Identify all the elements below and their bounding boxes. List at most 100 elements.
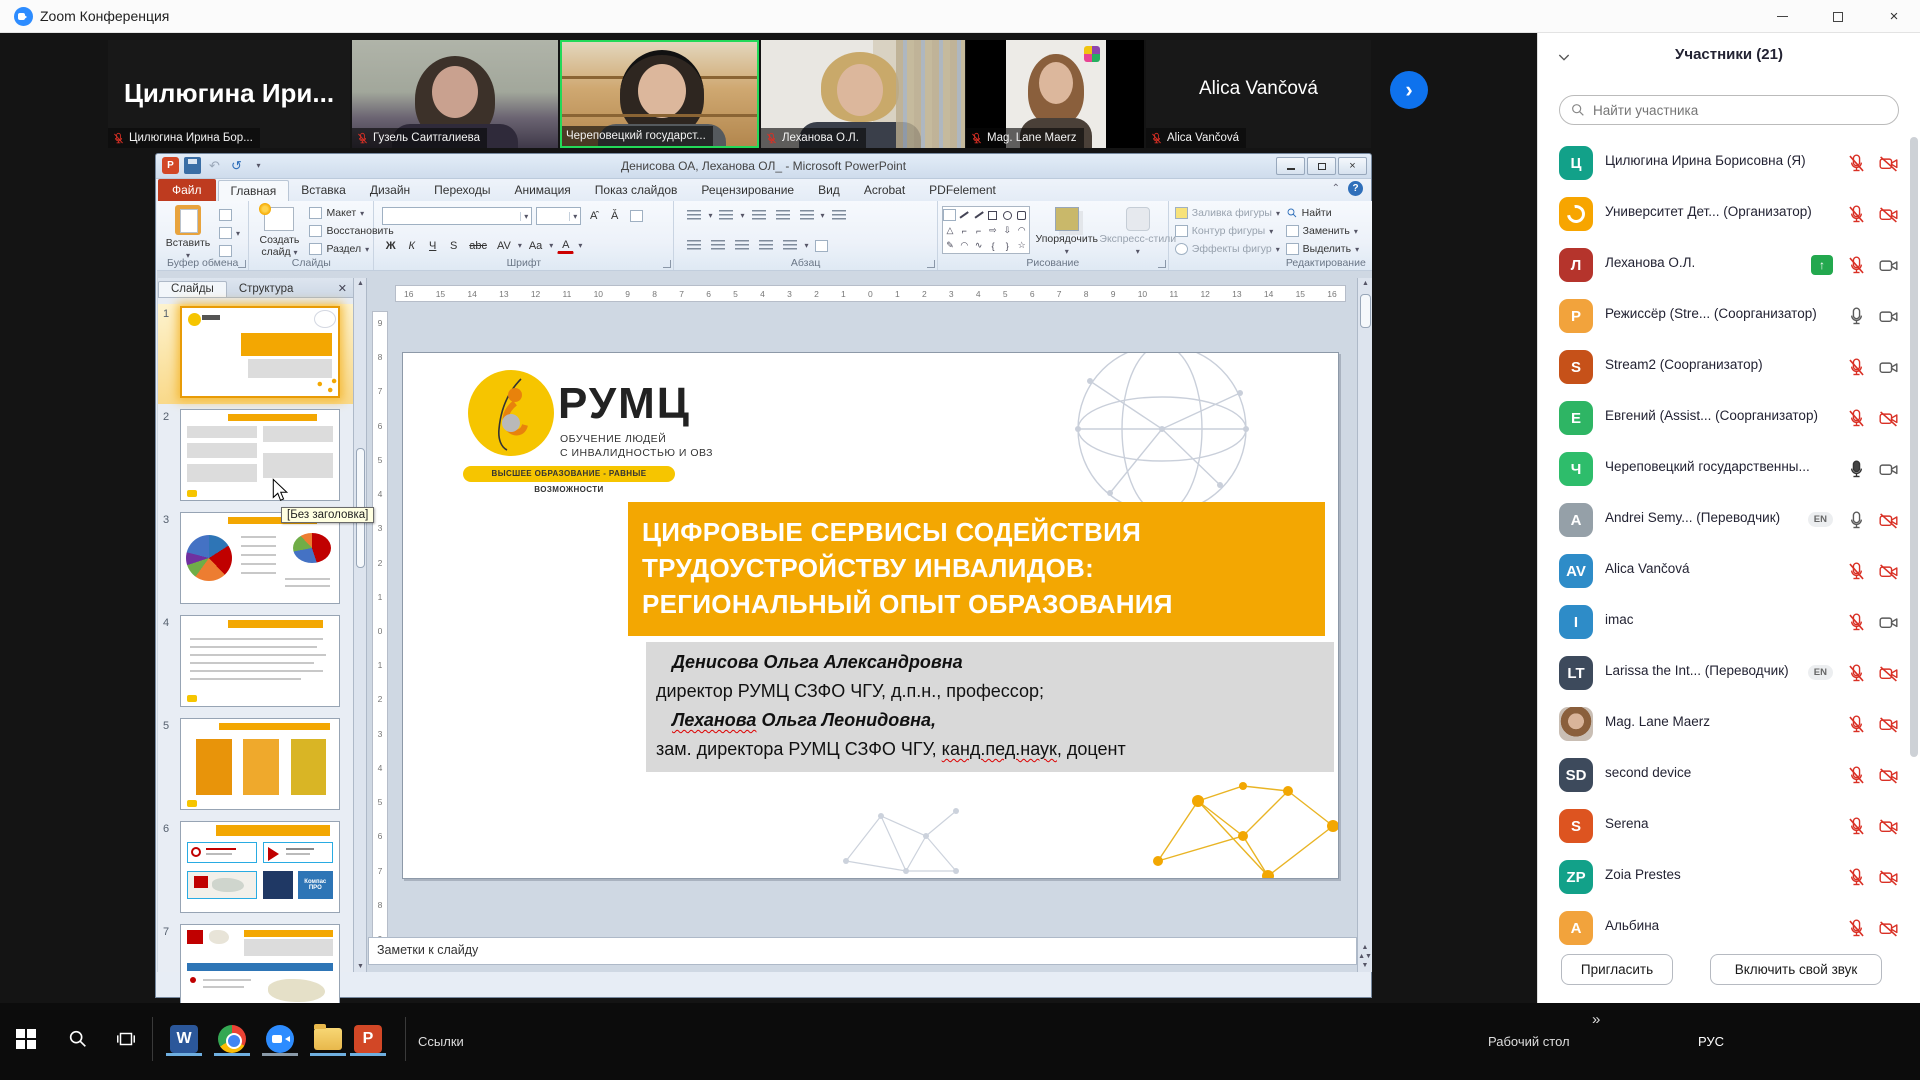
- maximize-button[interactable]: [1812, 0, 1864, 33]
- camera-on-icon[interactable]: [1878, 255, 1899, 276]
- powerpoint-titlebar[interactable]: P ↶ ↺ ▾ Денисова ОА, Леханова ОЛ_ - Micr…: [156, 154, 1371, 179]
- participant-row[interactable]: S Stream2 (Соорганизатор): [1538, 342, 1920, 393]
- tab-transitions[interactable]: Переходы: [422, 180, 502, 201]
- tab-slideshow[interactable]: Показ слайдов: [583, 180, 690, 201]
- participant-row[interactable]: I imac: [1538, 597, 1920, 648]
- align-left-button[interactable]: [684, 237, 704, 254]
- participant-row[interactable]: Л Леханова О.Л. ↑: [1538, 240, 1920, 291]
- clipboard-dialog-launcher[interactable]: [238, 260, 246, 268]
- shapes-gallery[interactable]: △⌐⌐⇨⇩◠ ✎◠∿{}☆: [942, 206, 1030, 254]
- layout-button[interactable]: Макет▾: [309, 207, 364, 219]
- video-tile[interactable]: Леханова О.Л.: [761, 40, 965, 148]
- close-button[interactable]: ×: [1868, 0, 1920, 33]
- camera-off-icon[interactable]: [1878, 867, 1899, 888]
- participant-row[interactable]: Mag. Lane Maerz: [1538, 699, 1920, 750]
- section-button[interactable]: Раздел▾: [309, 243, 369, 255]
- close-panel-icon[interactable]: ✕: [332, 282, 353, 297]
- arrange-button[interactable]: Упорядочить ▾: [1034, 205, 1100, 257]
- quick-styles-button[interactable]: Экспресс-стили ▾: [1098, 205, 1178, 257]
- camera-off-icon[interactable]: [1878, 663, 1899, 684]
- replace-button[interactable]: Заменить▾: [1286, 225, 1358, 237]
- camera-off-icon[interactable]: [1878, 816, 1899, 837]
- thumbnail-slide-2[interactable]: [180, 409, 340, 501]
- task-view-icon[interactable]: [110, 1023, 142, 1055]
- slide-thumbnail[interactable]: 6: [158, 819, 353, 919]
- font-color-button[interactable]: А: [557, 237, 574, 254]
- decrease-indent-button[interactable]: [749, 207, 769, 224]
- editor-scrollbar[interactable]: ▲ ▲▲▼▼: [1357, 278, 1372, 972]
- participant-row[interactable]: A Альбина: [1538, 903, 1920, 954]
- notes-pane[interactable]: Заметки к слайду: [368, 937, 1357, 965]
- mic-muted-icon[interactable]: [1846, 867, 1867, 888]
- participant-row[interactable]: Университет Дет... (Организатор): [1538, 189, 1920, 240]
- thumbnail-slide-7[interactable]: [180, 924, 340, 1003]
- tab-home[interactable]: Главная: [218, 180, 290, 201]
- camera-on-icon[interactable]: [1878, 357, 1899, 378]
- cut-button[interactable]: [219, 209, 232, 221]
- thumbnail-slide-1[interactable]: [180, 306, 340, 398]
- bullets-button[interactable]: [684, 207, 704, 224]
- ppt-restore-button[interactable]: [1307, 157, 1336, 175]
- shadow-button[interactable]: S: [445, 237, 462, 254]
- paragraph-dialog-launcher[interactable]: [927, 260, 935, 268]
- font-name-combobox[interactable]: ▾: [382, 207, 532, 225]
- video-tile[interactable]: Mag. Lane Maerz: [966, 40, 1144, 148]
- camera-on-icon[interactable]: [1878, 459, 1899, 480]
- camera-on-icon[interactable]: [1878, 612, 1899, 633]
- slide-thumbnail[interactable]: 1: [158, 304, 353, 404]
- camera-off-icon[interactable]: [1878, 153, 1899, 174]
- slide-thumbnail[interactable]: 4: [158, 613, 353, 713]
- mic-on-icon[interactable]: [1846, 510, 1867, 531]
- shrink-font-button[interactable]: А̌: [606, 208, 623, 225]
- ppt-close-button[interactable]: ×: [1338, 157, 1367, 175]
- participant-row[interactable]: LT Larissa the Int... (Переводчик) EN: [1538, 648, 1920, 699]
- slide-thumbnail[interactable]: 2: [158, 407, 353, 507]
- invite-button[interactable]: Пригласить: [1561, 954, 1673, 985]
- tab-pdfelement[interactable]: PDFelement: [917, 180, 1008, 201]
- participant-row[interactable]: Р Режиссёр (Stre... (Соорганизатор): [1538, 291, 1920, 342]
- prev-next-slide-buttons[interactable]: ▲▲▼▼: [1358, 943, 1372, 970]
- tab-design[interactable]: Дизайн: [358, 180, 422, 201]
- desktop-toolbar-label[interactable]: Рабочий стол: [1488, 1034, 1570, 1049]
- thumbnail-slide-6[interactable]: Компас ПРО: [180, 821, 340, 913]
- mic-muted-icon[interactable]: [1846, 153, 1867, 174]
- mic-muted-icon[interactable]: [1846, 561, 1867, 582]
- mic-muted-icon[interactable]: [1846, 663, 1867, 684]
- line-spacing-button[interactable]: [797, 207, 817, 224]
- search-box[interactable]: [1559, 95, 1899, 125]
- participants-scrollbar[interactable]: [1910, 137, 1918, 757]
- thumbnail-slide-4[interactable]: [180, 615, 340, 707]
- italic-button[interactable]: К: [403, 237, 420, 254]
- slide-thumbnail[interactable]: 5 ▶ ▶: [158, 716, 353, 816]
- increase-indent-button[interactable]: [773, 207, 793, 224]
- taskbar-powerpoint-icon[interactable]: P: [352, 1023, 384, 1055]
- strikethrough-button[interactable]: abc: [466, 237, 490, 254]
- video-tile[interactable]: Гузель Саитгалиева: [352, 40, 558, 148]
- camera-off-icon[interactable]: [1878, 714, 1899, 735]
- grow-font-button[interactable]: А̂: [585, 208, 602, 225]
- clear-formatting-button[interactable]: [627, 208, 646, 225]
- tab-outline[interactable]: Структура: [227, 282, 306, 297]
- mic-on-icon[interactable]: [1846, 306, 1867, 327]
- participant-row[interactable]: A Andrei Semy... (Переводчик) EN: [1538, 495, 1920, 546]
- mic-active-icon[interactable]: [1846, 459, 1867, 480]
- taskbar-zoom-icon[interactable]: [264, 1023, 296, 1055]
- video-tile-active-speaker[interactable]: Череповецкий государст...: [560, 40, 759, 148]
- thumbnail-slide-3[interactable]: [180, 512, 340, 604]
- change-case-button[interactable]: Aa: [526, 237, 545, 254]
- format-painter-button[interactable]: [219, 245, 232, 257]
- shape-outline-button[interactable]: Контур фигуры▾: [1175, 225, 1273, 237]
- slide-thumbnail[interactable]: 7: [158, 922, 353, 1003]
- find-button[interactable]: Найти: [1286, 207, 1332, 219]
- participant-row[interactable]: S Serena: [1538, 801, 1920, 852]
- next-page-button[interactable]: ›: [1390, 71, 1428, 109]
- mic-muted-icon[interactable]: [1846, 408, 1867, 429]
- mic-muted-icon[interactable]: [1846, 714, 1867, 735]
- participant-row[interactable]: ZP Zoia Prestes: [1538, 852, 1920, 903]
- video-tile[interactable]: Цилюгина Ири... Цилюгина Ирина Бор...: [108, 40, 350, 148]
- camera-off-icon[interactable]: [1878, 918, 1899, 939]
- align-right-button[interactable]: [732, 237, 752, 254]
- camera-off-icon[interactable]: [1878, 561, 1899, 582]
- shape-effects-button[interactable]: Эффекты фигур▾: [1175, 243, 1280, 255]
- tab-file[interactable]: Файл: [158, 179, 216, 201]
